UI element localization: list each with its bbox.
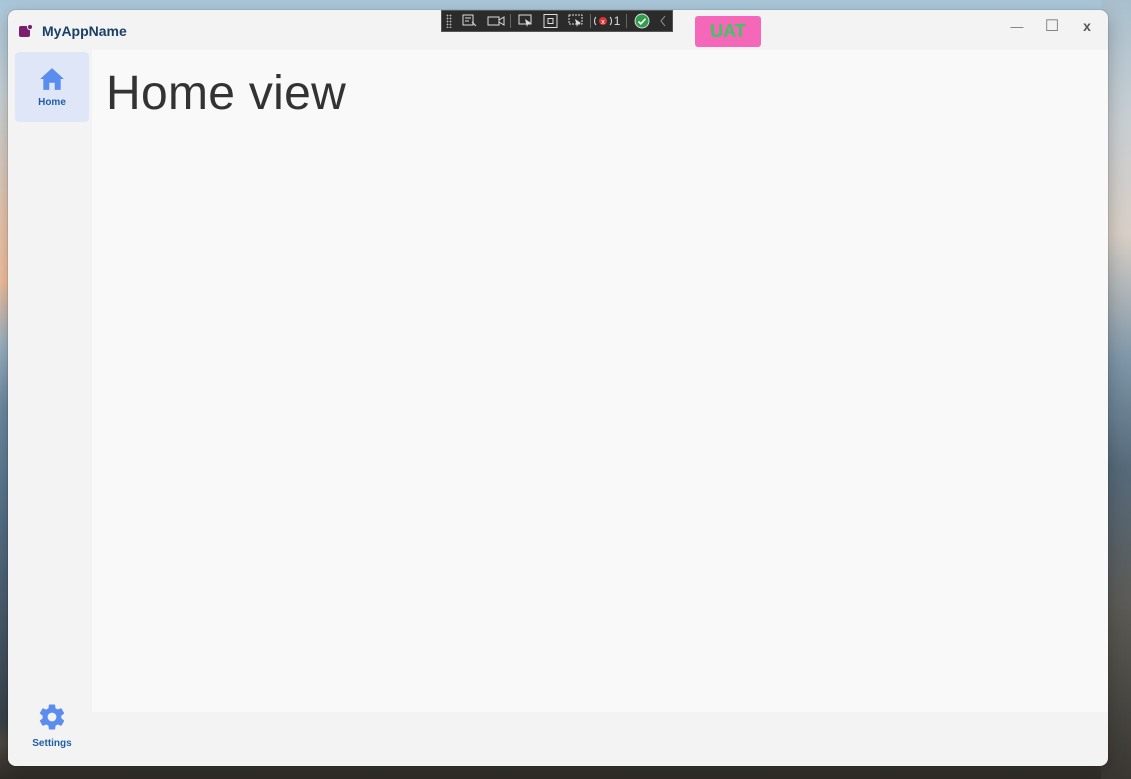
maximize-icon: ☐ (1044, 18, 1060, 35)
navigation-rail: Home Settings (8, 50, 92, 766)
live-visual-tree-icon[interactable] (458, 10, 483, 32)
nav-item-label: Home (38, 96, 66, 108)
toolbar-separator (590, 14, 592, 28)
nav-item-home[interactable]: Home (15, 52, 89, 122)
minimize-button[interactable]: — (1000, 12, 1034, 40)
maximize-button[interactable]: ☐ (1035, 12, 1069, 40)
video-icon[interactable] (483, 10, 508, 32)
home-icon (40, 67, 64, 90)
app-logo-icon (19, 24, 33, 37)
app-title: MyAppName (42, 23, 127, 39)
debug-toolbar: x 1 (441, 10, 673, 32)
close-button[interactable]: x (1070, 12, 1104, 40)
page-title: Home view (106, 67, 347, 120)
svg-text:x: x (601, 18, 605, 26)
toolbar-separator (626, 14, 628, 28)
main-content: Home view (92, 50, 1108, 712)
binding-failure-count: 1 (613, 14, 621, 28)
binding-failures-icon[interactable]: x (593, 10, 613, 32)
environment-badge: UAT (695, 16, 761, 47)
accessibility-check-icon[interactable] (629, 10, 654, 32)
display-layout-adorners-icon[interactable] (538, 10, 563, 32)
close-icon: x (1083, 18, 1091, 34)
grip-icon[interactable] (446, 14, 452, 28)
select-element-icon[interactable] (513, 10, 538, 32)
collapse-chevron-icon[interactable] (655, 10, 672, 32)
track-focused-element-icon[interactable] (563, 10, 588, 32)
nav-item-label: Settings (32, 737, 72, 749)
toolbar-separator (510, 14, 512, 28)
minimize-icon: — (1010, 18, 1024, 34)
nav-item-settings[interactable]: Settings (15, 690, 89, 760)
app-window: MyAppName — ☐ x Home Settings Home view (8, 10, 1108, 766)
gear-icon (39, 704, 65, 730)
